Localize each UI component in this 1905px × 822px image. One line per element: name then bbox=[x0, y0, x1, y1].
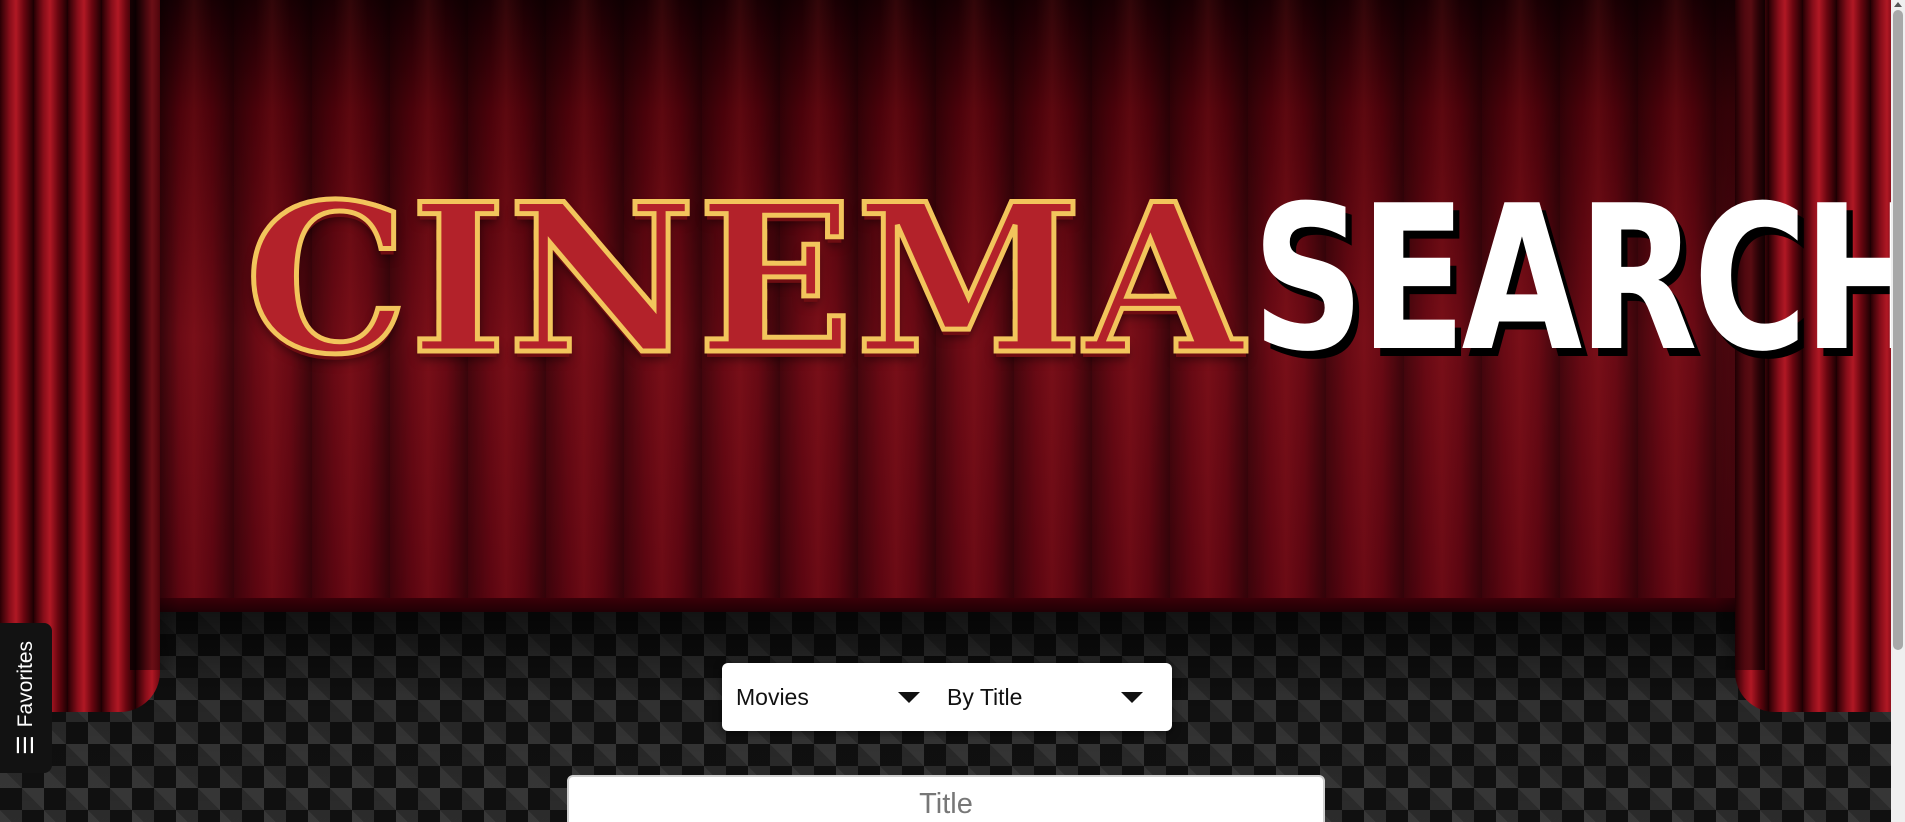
cinema-search-logo: CINEMA SEARCH bbox=[243, 160, 1905, 400]
chevron-down-icon bbox=[898, 692, 920, 703]
search-mode-value: By Title bbox=[947, 683, 1023, 710]
scroll-up-icon[interactable] bbox=[1894, 2, 1902, 7]
hamburger-icon: ☰ bbox=[13, 735, 38, 756]
search-mode-select[interactable]: By Title bbox=[947, 663, 1172, 731]
logo-search-text: SEARCH bbox=[1251, 163, 1905, 396]
media-type-select[interactable]: Movies bbox=[722, 663, 947, 731]
left-drape-shadow bbox=[130, 0, 180, 670]
page: CINEMA SEARCH ☰ Favorites Movies By Titl… bbox=[0, 0, 1905, 822]
scrollbar-thumb[interactable] bbox=[1893, 10, 1903, 650]
search-filter-bar: Movies By Title bbox=[722, 663, 1172, 731]
favorites-toggle[interactable]: ☰ Favorites bbox=[0, 623, 52, 773]
favorites-tab-content: ☰ Favorites bbox=[13, 640, 38, 756]
title-search-field bbox=[567, 775, 1325, 822]
favorites-label: Favorites bbox=[14, 640, 37, 728]
logo-marquee-text: CINEMA bbox=[243, 160, 1247, 400]
chevron-down-icon bbox=[1121, 692, 1143, 703]
scrollbar[interactable] bbox=[1891, 0, 1905, 822]
media-type-value: Movies bbox=[736, 683, 809, 710]
title-search-input[interactable] bbox=[569, 777, 1323, 822]
